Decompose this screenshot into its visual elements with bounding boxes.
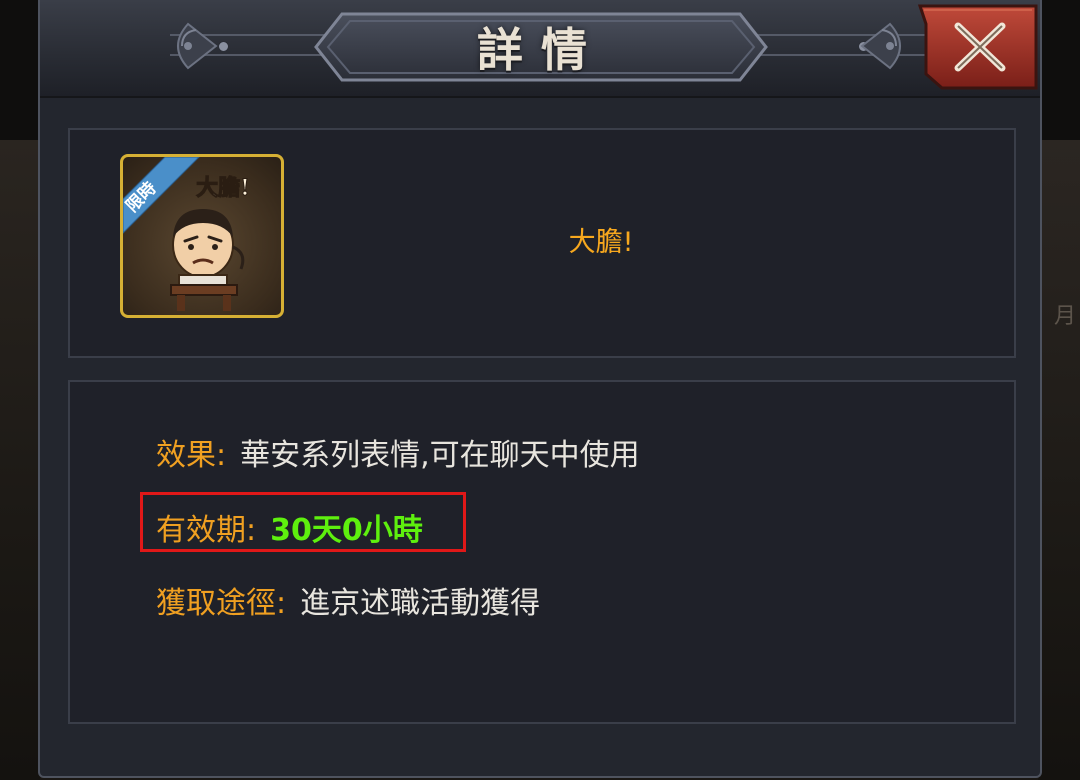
details-dialog: 詳情 大膽! 限時 大膽! 效果: 華安系列表情,可在聊天中使用 有效期: 30… <box>38 0 1042 778</box>
item-icon-frame[interactable]: 大膽! 限時 <box>120 154 284 318</box>
effect-label: 效果: <box>156 438 227 473</box>
effect-row: 效果: 華安系列表情,可在聊天中使用 <box>156 430 640 474</box>
dialog-header: 詳情 <box>40 0 1040 98</box>
item-name: 大膽! <box>568 227 634 258</box>
emoji-sticker-icon: 大膽! 限時 <box>123 157 250 311</box>
scroll-ornament-left-icon <box>177 22 218 70</box>
source-label: 獲取途徑: <box>156 586 287 621</box>
background-left <box>0 140 40 780</box>
title-plate: 詳情 <box>312 10 770 84</box>
background-right: 月 <box>1038 140 1080 780</box>
dialog-title: 詳情 <box>477 23 605 77</box>
sticker-text: 大膽! <box>196 175 250 201</box>
validity-highlight-box <box>140 492 466 552</box>
source-value: 進京述職活動獲得 <box>300 586 541 621</box>
close-x-icon[interactable] <box>902 4 1038 90</box>
effect-value: 華安系列表情,可在聊天中使用 <box>240 438 640 473</box>
source-row: 獲取途徑: 進京述職活動獲得 <box>156 578 540 622</box>
close-button[interactable] <box>902 4 1038 90</box>
rail-ornament-icon <box>218 41 229 52</box>
background-glyph: 月 <box>1053 304 1076 329</box>
